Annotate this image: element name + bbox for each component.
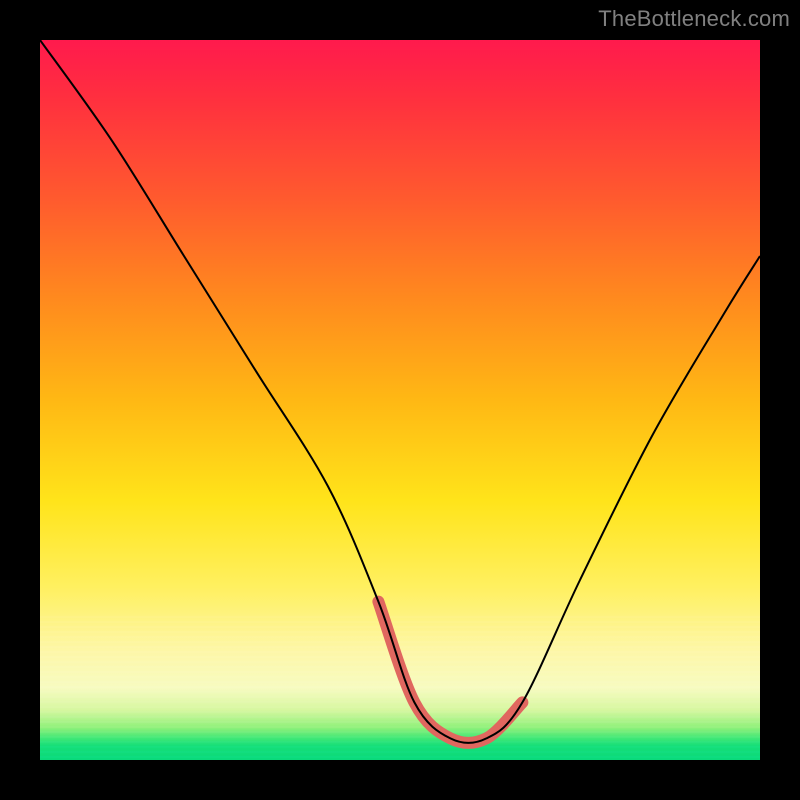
watermark-text: TheBottleneck.com <box>598 6 790 32</box>
optimal-region-marker <box>378 602 522 743</box>
plot-area <box>40 40 760 760</box>
bottleneck-curve-path <box>40 40 760 743</box>
chart-frame: TheBottleneck.com <box>0 0 800 800</box>
bottleneck-curve-svg <box>40 40 760 760</box>
